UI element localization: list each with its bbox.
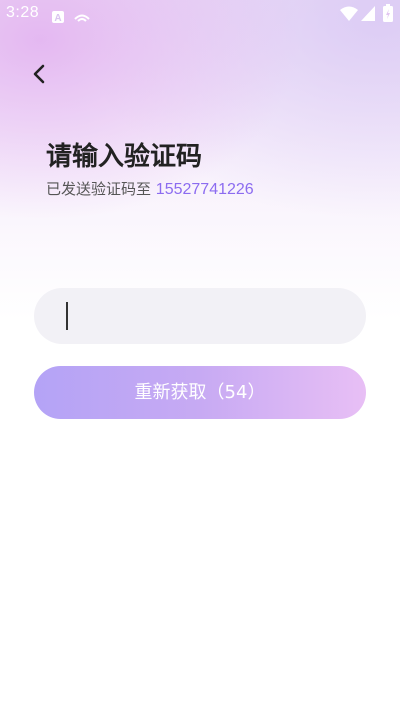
battery-icon (383, 4, 393, 26)
signal-icon (361, 6, 375, 25)
a-notification-icon: A (52, 8, 64, 27)
status-bar: 3:28 A (0, 0, 400, 28)
phone-number: 15527741226 (155, 181, 254, 198)
chevron-left-icon (26, 64, 54, 92)
verification-code-input[interactable] (34, 288, 366, 344)
status-time: 3:28 (6, 4, 40, 21)
wifi-icon (340, 6, 358, 25)
resend-code-button[interactable]: 重新获取（54） (34, 366, 366, 419)
page-title: 请输入验证码 (46, 142, 203, 172)
cast-icon (74, 8, 90, 27)
text-cursor (66, 302, 68, 330)
subtitle-prefix: 已发送验证码至 (46, 180, 152, 198)
subtitle: 已发送验证码至 15527741226 (46, 178, 254, 199)
back-button[interactable] (26, 60, 54, 88)
svg-text:A: A (54, 13, 61, 23)
